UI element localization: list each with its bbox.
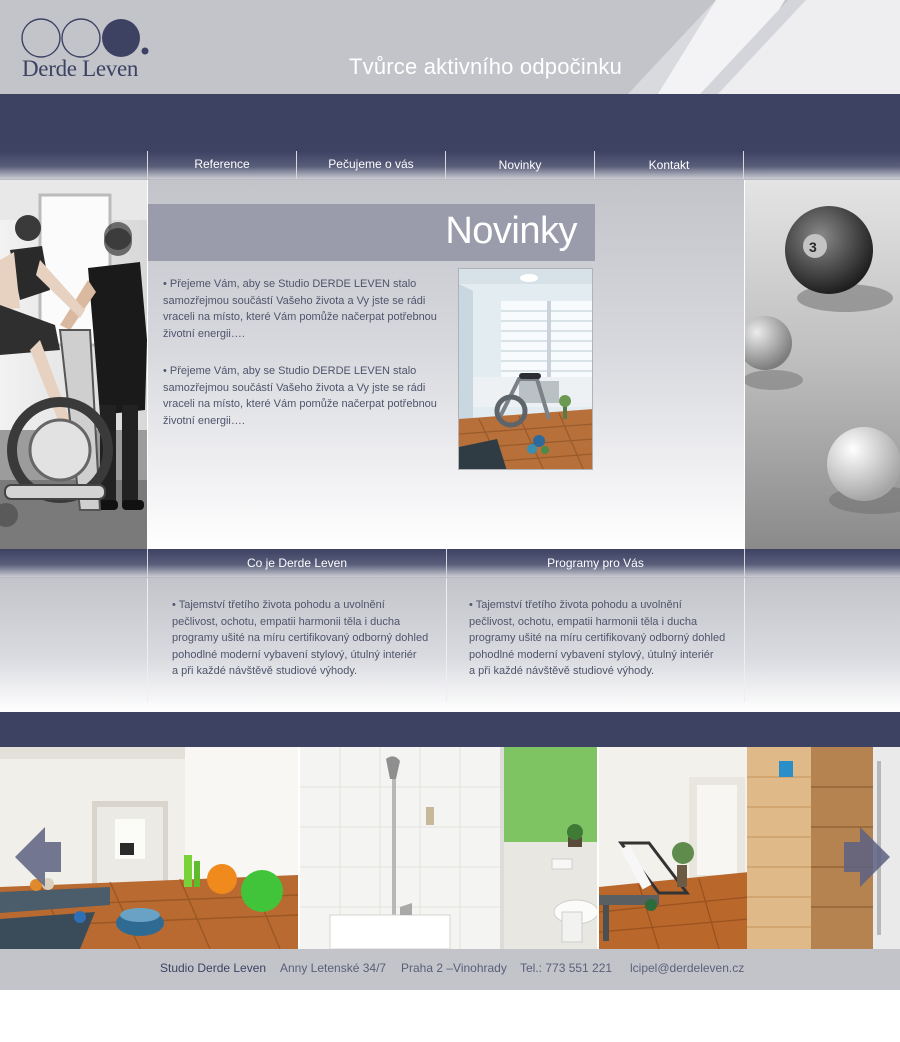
section-column: • Tajemství třetího života pohodu a uvol… [446, 578, 744, 702]
section-heading-programy: Programy pro Vás [446, 549, 744, 577]
section-line: pohodlné moderní vybavení stylový, útuln… [172, 648, 417, 661]
nav-spacer [743, 151, 900, 179]
footer-city: Praha 2 –Vinohrady [401, 961, 507, 975]
main-nav: Reference Pečujeme o vás Novinky Kontakt [0, 151, 900, 180]
site-footer: Studio Derde Leven Anny Letenské 34/7 Pr… [0, 949, 900, 990]
header-band [0, 94, 900, 151]
section-spacer [744, 549, 900, 577]
decorative-stripes [628, 0, 900, 94]
sections-header-bar: Co je Derde Leven Programy pro Vás [0, 549, 900, 578]
logo-text: Derde Leven [22, 56, 139, 81]
news-item: • Přejeme Vám, aby se Studio DERDE LEVEN… [163, 278, 437, 341]
section-text: • Tajemství třetího života pohodu a uvol… [469, 597, 739, 680]
nav-item-reference[interactable]: Reference [147, 151, 296, 179]
nav-item-pecujeme[interactable]: Pečujeme o vás [296, 151, 445, 179]
nav-item-label[interactable]: Pečujeme o vás [297, 151, 445, 177]
gallery-next-arrow-icon[interactable] [842, 827, 890, 887]
section-line: a při každé návštěvě studiové výhody. [469, 665, 655, 677]
footer-address: Anny Letenské 34/7 [280, 961, 387, 975]
section-line: pečlivost, ochotu, empatii harmonii těla… [469, 615, 698, 628]
section-line: • Tajemství třetího života pohodu a uvol… [172, 599, 385, 611]
section-title: Co je Derde Leven [246, 556, 348, 570]
logo[interactable]: Derde Leven [21, 18, 156, 82]
nav-item-novinky[interactable]: Novinky [445, 151, 594, 179]
site-header: Derde Leven Tvůrce aktivního odpočinku [0, 0, 900, 94]
page-title: Novinky [445, 210, 577, 252]
news-section: Novinky • Přejeme Vám, aby se Studio DER… [148, 180, 744, 549]
section-column-empty [744, 578, 900, 702]
balls-photo: 3 [745, 180, 900, 549]
news-title-bar: Novinky [148, 204, 595, 261]
gallery-prev-arrow-icon[interactable] [15, 827, 63, 887]
footer-phone: Tel.: 773 551 221 [520, 961, 613, 975]
nav-item-kontakt[interactable]: Kontakt [594, 151, 743, 179]
section-text: • Tajemství třetího života pohodu a uvol… [172, 597, 442, 680]
section-line: programy ušité na míru certifikovaný odb… [172, 632, 429, 644]
section-column: • Tajemství třetího života pohodu a uvol… [147, 578, 446, 702]
gallery-band [0, 712, 900, 747]
nav-item-label[interactable]: Reference [148, 151, 296, 177]
section-line: pečlivost, ochotu, empatii harmonii těla… [172, 615, 401, 628]
footer-email-link[interactable]: lcipel@derdeleven.cz [630, 961, 744, 975]
studio-room-photo [458, 268, 593, 470]
photo-gallery [0, 747, 900, 949]
svg-text:3: 3 [809, 239, 817, 255]
section-line: a při každé návštěvě studiové výhody. [172, 665, 358, 677]
nav-item-label[interactable]: Novinky [446, 151, 594, 180]
logo-circles-icon [21, 18, 149, 58]
section-line: programy ušité na míru certifikovaný odb… [469, 632, 726, 644]
section-heading-co-je: Co je Derde Leven [147, 549, 446, 577]
section-line: pohodlné moderní vybavení stylový, útuln… [469, 648, 714, 661]
footer-brand: Studio Derde Leven [160, 961, 267, 975]
section-title: Programy pro Vás [547, 556, 644, 570]
tagline: Tvůrce aktivního odpočinku [349, 54, 623, 79]
sections-body: • Tajemství třetího života pohodu a uvol… [0, 578, 900, 712]
nav-item-label[interactable]: Kontakt [595, 151, 743, 180]
trainer-photo [0, 180, 147, 549]
gallery-photo-bathroom[interactable] [300, 747, 597, 949]
section-line: • Tajemství třetího života pohodu a uvol… [469, 599, 682, 611]
news-item: • Přejeme Vám, aby se Studio DERDE LEVEN… [163, 365, 437, 428]
